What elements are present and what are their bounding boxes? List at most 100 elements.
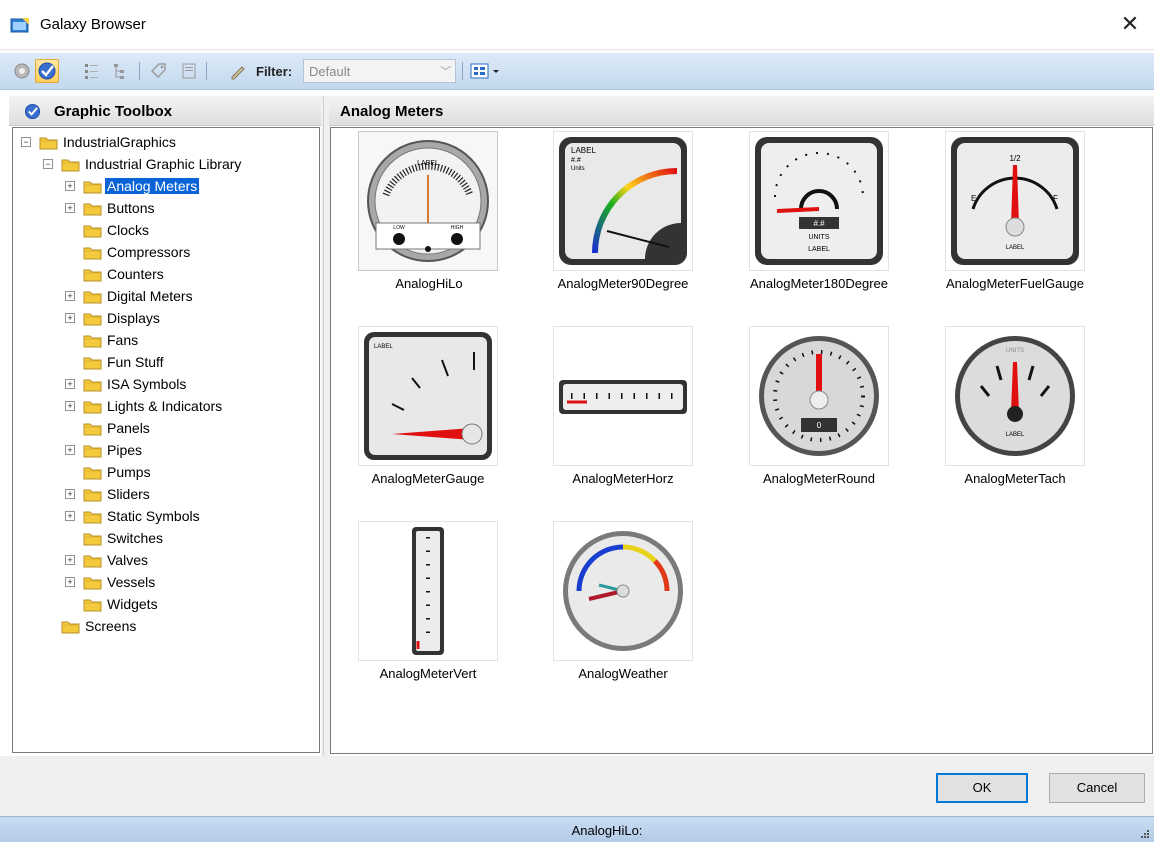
tree-item[interactable]: + Displays: [65, 308, 309, 330]
tree-item[interactable]: Pumps: [65, 462, 309, 484]
svg-text:0: 0: [817, 421, 822, 430]
galaxy-browser-icon: [10, 18, 29, 33]
tree-item[interactable]: Switches: [65, 528, 309, 550]
svg-text:Units: Units: [571, 166, 585, 172]
tree-item[interactable]: + Valves: [65, 550, 309, 572]
status-bar: AnalogHiLo:: [0, 816, 1154, 842]
list-view-icon[interactable]: [80, 59, 104, 83]
graphic-name[interactable]: AnalogMeterVert: [328, 666, 528, 681]
graphic-tile-analog-meter-90-degree[interactable]: LABEL #.# Units: [553, 131, 693, 271]
expand-icon[interactable]: +: [65, 577, 75, 587]
svg-text:1/2: 1/2: [1009, 154, 1021, 163]
tree-item[interactable]: + Vessels: [65, 572, 309, 594]
expand-icon[interactable]: +: [65, 379, 75, 389]
graphic-toolbox-button[interactable]: [35, 59, 59, 83]
expand-icon[interactable]: +: [65, 445, 75, 455]
galaxy-view-icon[interactable]: [10, 59, 34, 83]
svg-text:#.#: #.#: [813, 219, 825, 228]
svg-text:UNITS: UNITS: [809, 234, 830, 241]
graphic-name[interactable]: AnalogMeterRound: [719, 471, 919, 486]
graphic-name[interactable]: AnalogMeterFuelGauge: [915, 276, 1115, 291]
tree-item-label: Lights & Indicators: [107, 398, 223, 414]
collapse-icon[interactable]: −: [43, 159, 53, 169]
properties-icon[interactable]: [177, 59, 201, 83]
graphic-name[interactable]: AnalogHiLo: [358, 276, 500, 291]
svg-text:E: E: [971, 194, 976, 203]
expand-icon[interactable]: +: [65, 401, 75, 411]
filter-dropdown[interactable]: Default ﹀: [303, 59, 456, 83]
tree-item[interactable]: − IndustrialGraphics: [21, 132, 309, 154]
graphic-tile-analog-meter-tach[interactable]: UNITS LABEL: [945, 326, 1085, 466]
analog-meters-panel: Analog Meters LABEL LOW HIGH AnalogHiLo: [329, 96, 1154, 756]
graphic-tile-analog-hilo[interactable]: LABEL LOW HIGH: [358, 131, 498, 271]
filter-edit-icon[interactable]: [226, 59, 250, 83]
tree-item[interactable]: + Digital Meters: [65, 286, 309, 308]
folder-icon: [83, 313, 102, 326]
check-badge-icon: [38, 62, 56, 80]
graphic-name[interactable]: AnalogMeterHorz: [523, 471, 723, 486]
graphic-name[interactable]: AnalogMeterGauge: [328, 471, 528, 486]
chevron-down-icon: ﹀: [440, 66, 451, 78]
collapse-icon[interactable]: −: [21, 137, 31, 147]
expand-icon[interactable]: +: [65, 203, 75, 213]
close-icon[interactable]: ✕: [1116, 10, 1144, 38]
tree-item[interactable]: Clocks: [65, 220, 309, 242]
graphic-name[interactable]: AnalogWeather: [523, 666, 723, 681]
tree-item[interactable]: + Pipes: [65, 440, 309, 462]
graphic-tile-analog-meter-horz[interactable]: [553, 326, 693, 466]
tree-item[interactable]: Fans: [65, 330, 309, 352]
tree-item[interactable]: − Industrial Graphic Library: [43, 154, 309, 176]
folder-icon: [83, 599, 102, 612]
graphic-tile-analog-meter-gauge[interactable]: LABEL: [358, 326, 498, 466]
tag-icon[interactable]: [147, 59, 171, 83]
tree-item-label: Analog Meters: [105, 178, 200, 194]
tree-item[interactable]: Panels: [65, 418, 309, 440]
graphic-name[interactable]: AnalogMeter90Degree: [523, 276, 723, 291]
graphic-tile-analog-weather[interactable]: [553, 521, 693, 661]
tree-item[interactable]: + Sliders: [65, 484, 309, 506]
view-options-icon[interactable]: [468, 59, 508, 83]
toolbox-tree[interactable]: − IndustrialGraphics − Industrial Graphic L…: [12, 127, 320, 753]
tree-item[interactable]: Fun Stuff: [65, 352, 309, 374]
tree-item[interactable]: + Static Symbols: [65, 506, 309, 528]
tree-item-label: Displays: [107, 310, 160, 326]
graphic-tile-analog-meter-180-degree[interactable]: #.# UNITS LABEL: [749, 131, 889, 271]
tree-item-label: Widgets: [107, 596, 158, 612]
graphic-tile-analog-meter-round[interactable]: 0: [749, 326, 889, 466]
expand-icon[interactable]: +: [65, 555, 75, 565]
tree-item[interactable]: Screens: [43, 616, 309, 638]
tree-item[interactable]: + Buttons: [65, 198, 309, 220]
cancel-button[interactable]: Cancel: [1049, 773, 1145, 803]
folder-icon: [83, 533, 102, 546]
folder-icon: [83, 203, 102, 216]
folder-icon: [61, 621, 80, 634]
folder-icon: [83, 489, 102, 502]
expand-icon[interactable]: +: [65, 291, 75, 301]
tree-item-label: Switches: [107, 530, 164, 546]
expand-icon[interactable]: +: [65, 181, 75, 191]
horizontal-meter-icon: [559, 380, 687, 414]
graphic-name[interactable]: AnalogMeterTach: [915, 471, 1115, 486]
tree-item[interactable]: + Lights & Indicators: [65, 396, 309, 418]
ok-button[interactable]: OK: [936, 773, 1028, 803]
tree-item[interactable]: + Analog Meters: [65, 176, 309, 198]
resize-grip-icon[interactable]: [1140, 829, 1150, 839]
svg-text:LABEL: LABEL: [374, 344, 393, 350]
tree-item-label: Pumps: [107, 464, 151, 480]
folder-icon: [83, 357, 102, 370]
tree-item[interactable]: + ISA Symbols: [65, 374, 309, 396]
tree-item-label: Counters: [107, 266, 164, 282]
tree-item[interactable]: Counters: [65, 264, 309, 286]
tree-item[interactable]: Compressors: [65, 242, 309, 264]
expand-icon[interactable]: +: [65, 511, 75, 521]
expand-icon[interactable]: +: [65, 489, 75, 499]
graphic-tile-analog-meter-vert[interactable]: [358, 521, 498, 661]
graphic-name[interactable]: AnalogMeter180Degree: [719, 276, 919, 291]
tree-item[interactable]: Widgets: [65, 594, 309, 616]
tree-item-label: Pipes: [107, 442, 143, 458]
tree-item-label: Compressors: [107, 244, 191, 260]
expand-icon[interactable]: +: [65, 313, 75, 323]
graphic-tile-analog-meter-fuel-gauge[interactable]: 1/2 E F LABEL: [945, 131, 1085, 271]
tree-view-icon[interactable]: [110, 59, 134, 83]
folder-icon: [83, 423, 102, 436]
